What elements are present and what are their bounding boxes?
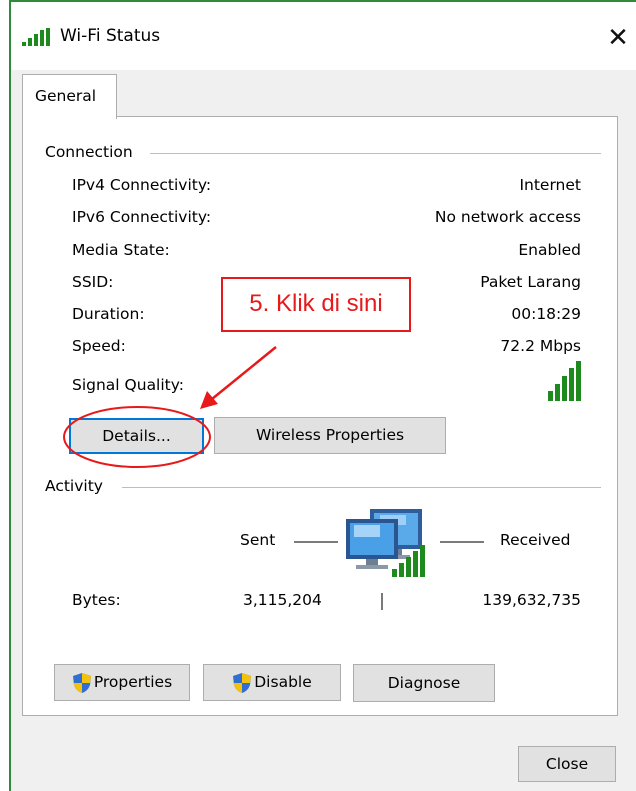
signal-strength-icon — [548, 361, 581, 401]
ipv4-label: IPv4 Connectivity: — [72, 176, 212, 194]
tab-label: General — [35, 87, 97, 105]
bytes-sent-value: 3,115,204 — [243, 591, 322, 609]
tab-panel — [22, 116, 618, 716]
annotation-callout: 5. Klik di sini — [221, 277, 411, 332]
activity-divider — [381, 593, 383, 610]
bytes-label: Bytes: — [72, 591, 121, 609]
activity-heading: Activity — [45, 477, 109, 495]
details-button[interactable]: Details... — [69, 418, 204, 454]
speed-label: Speed: — [72, 337, 126, 355]
close-button[interactable]: Close — [518, 746, 616, 782]
ipv6-value: No network access — [434, 208, 581, 226]
ipv6-label: IPv6 Connectivity: — [72, 208, 212, 226]
uac-shield-icon — [72, 672, 91, 693]
wifi-signal-icon — [22, 28, 50, 46]
network-computers-icon — [346, 509, 425, 577]
properties-button[interactable]: Properties — [54, 664, 190, 701]
sent-label: Sent — [240, 531, 276, 549]
speed-value: 72.2 Mbps — [500, 337, 581, 355]
activity-group-line — [122, 487, 601, 488]
tab-general[interactable]: General — [22, 74, 117, 119]
connection-heading: Connection — [45, 143, 139, 161]
disable-button[interactable]: Disable — [203, 664, 341, 701]
connection-group-line — [150, 153, 601, 154]
media-state-value: Enabled — [518, 241, 581, 259]
window-title: Wi-Fi Status — [60, 26, 161, 46]
ssid-value: Paket Larang — [480, 273, 581, 291]
ssid-label: SSID: — [72, 273, 114, 291]
duration-label: Duration: — [72, 305, 145, 323]
media-state-label: Media State: — [72, 241, 170, 259]
diagnose-button[interactable]: Diagnose — [353, 664, 495, 702]
wireless-properties-button[interactable]: Wireless Properties — [214, 417, 446, 454]
duration-value: 00:18:29 — [511, 305, 581, 323]
received-line — [440, 541, 484, 543]
uac-shield-icon — [233, 672, 252, 693]
properties-button-label: Properties — [93, 673, 173, 691]
bytes-received-value: 139,632,735 — [482, 591, 581, 609]
received-label: Received — [500, 531, 571, 549]
ipv4-value: Internet — [519, 176, 581, 194]
disable-button-label: Disable — [254, 673, 312, 691]
signal-quality-label: Signal Quality: — [72, 376, 185, 394]
close-icon[interactable]: ✕ — [600, 20, 636, 56]
sent-line — [294, 541, 338, 543]
